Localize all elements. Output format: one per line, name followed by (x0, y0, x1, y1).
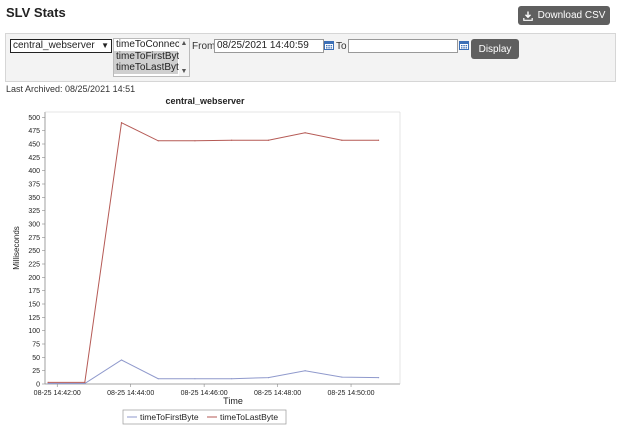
y-tick-label: 250 (28, 248, 40, 255)
y-tick-label: 450 (28, 142, 40, 149)
page-title: SLV Stats (6, 5, 66, 20)
download-csv-label: Download CSV (537, 10, 606, 21)
x-tick-label: 08-25 14:48:00 (254, 390, 301, 397)
y-tick-label: 225 (28, 262, 40, 269)
series-line-timeToLastByte (48, 121, 379, 383)
data-point (231, 139, 233, 141)
y-tick-label: 200 (28, 275, 40, 282)
y-tick-label: 350 (28, 195, 40, 202)
y-tick-label: 150 (28, 302, 40, 309)
data-point (84, 381, 86, 383)
y-ticks: 0 25 50 75 100 125 150 175 200 225 250 275 300 325 350… (28, 115, 45, 389)
y-tick-label: 325 (28, 208, 40, 215)
listbox-scrollbar[interactable]: ▲ ▼ (179, 39, 189, 76)
line-chart: central_webserver 0 25 50 75 100 125 150 175 200… (12, 96, 401, 425)
to-date-input[interactable] (348, 39, 458, 53)
from-date-input[interactable]: 08/25/2021 14:40:59 (214, 39, 324, 53)
scroll-up-icon[interactable]: ▲ (179, 40, 189, 47)
data-point (47, 381, 49, 383)
y-tick-label: 75 (32, 342, 40, 349)
metric-option[interactable]: timeToConnect (114, 39, 183, 51)
metric-option[interactable]: timeToLastByte (114, 62, 184, 74)
display-button[interactable]: Display (471, 39, 519, 59)
y-tick-label: 425 (28, 155, 40, 162)
server-select-value: central_webserver (13, 40, 95, 51)
y-tick-label: 0 (36, 382, 40, 389)
chart-title: central_webserver (165, 96, 245, 106)
data-point (377, 139, 380, 141)
data-point (377, 377, 380, 379)
data-point (341, 376, 343, 378)
y-tick-label: 300 (28, 222, 40, 229)
x-tick-label: 08-25 14:44:00 (107, 390, 154, 397)
x-tick-label: 08-25 14:46:00 (181, 390, 228, 397)
y-tick-label: 275 (28, 235, 40, 242)
x-ticks: 08-25 14:42:00 08-25 14:44:00 08-25 14:46:… (34, 384, 375, 397)
data-point (231, 378, 233, 380)
server-select[interactable]: central_webserver ▼ (10, 39, 112, 53)
x-tick-label: 08-25 14:50:00 (327, 390, 374, 397)
chart-legend: timeToFirstByte timeToLastByte (122, 409, 287, 425)
y-tick-label: 175 (28, 288, 40, 295)
x-tick-label: 08-25 14:42:00 (34, 390, 81, 397)
data-point (120, 359, 123, 361)
y-tick-label: 375 (28, 182, 40, 189)
legend-label-first-byte: timeToFirstByte (140, 412, 199, 422)
download-csv-button[interactable]: Download CSV (518, 6, 610, 25)
y-tick-label: 50 (32, 355, 40, 362)
data-point (267, 139, 270, 141)
series-line-timeToFirstByte (48, 359, 379, 384)
data-point (194, 378, 196, 380)
data-point (120, 122, 123, 124)
y-tick-label: 400 (28, 168, 40, 175)
metrics-listbox[interactable]: timeToConnect timeToFirstByte timeToLast… (113, 38, 190, 77)
data-point (304, 132, 306, 134)
chevron-down-icon: ▼ (101, 41, 109, 50)
from-label: From (192, 41, 216, 52)
data-point (194, 140, 196, 142)
download-icon (522, 11, 533, 21)
series-lines (47, 121, 380, 385)
legend-label-last-byte: timeToLastByte (220, 412, 278, 422)
y-axis-label: Milliseconds (12, 226, 21, 270)
data-point (84, 382, 86, 385)
y-tick-label: 125 (28, 315, 40, 322)
data-point (341, 139, 343, 141)
y-tick-label: 25 (32, 368, 40, 375)
scroll-down-icon[interactable]: ▼ (179, 68, 189, 75)
x-axis-label: Time (223, 396, 243, 406)
data-point (157, 140, 159, 142)
calendar-icon[interactable] (459, 40, 469, 50)
data-point (157, 378, 159, 380)
metric-option[interactable]: timeToFirstByte (114, 50, 185, 62)
y-tick-label: 100 (28, 328, 40, 335)
data-point (304, 370, 306, 372)
data-point (267, 377, 270, 379)
calendar-icon[interactable] (324, 40, 334, 50)
y-tick-label: 475 (28, 128, 40, 135)
y-tick-label: 500 (28, 115, 40, 122)
to-label: To (336, 41, 347, 52)
data-point (47, 382, 49, 385)
